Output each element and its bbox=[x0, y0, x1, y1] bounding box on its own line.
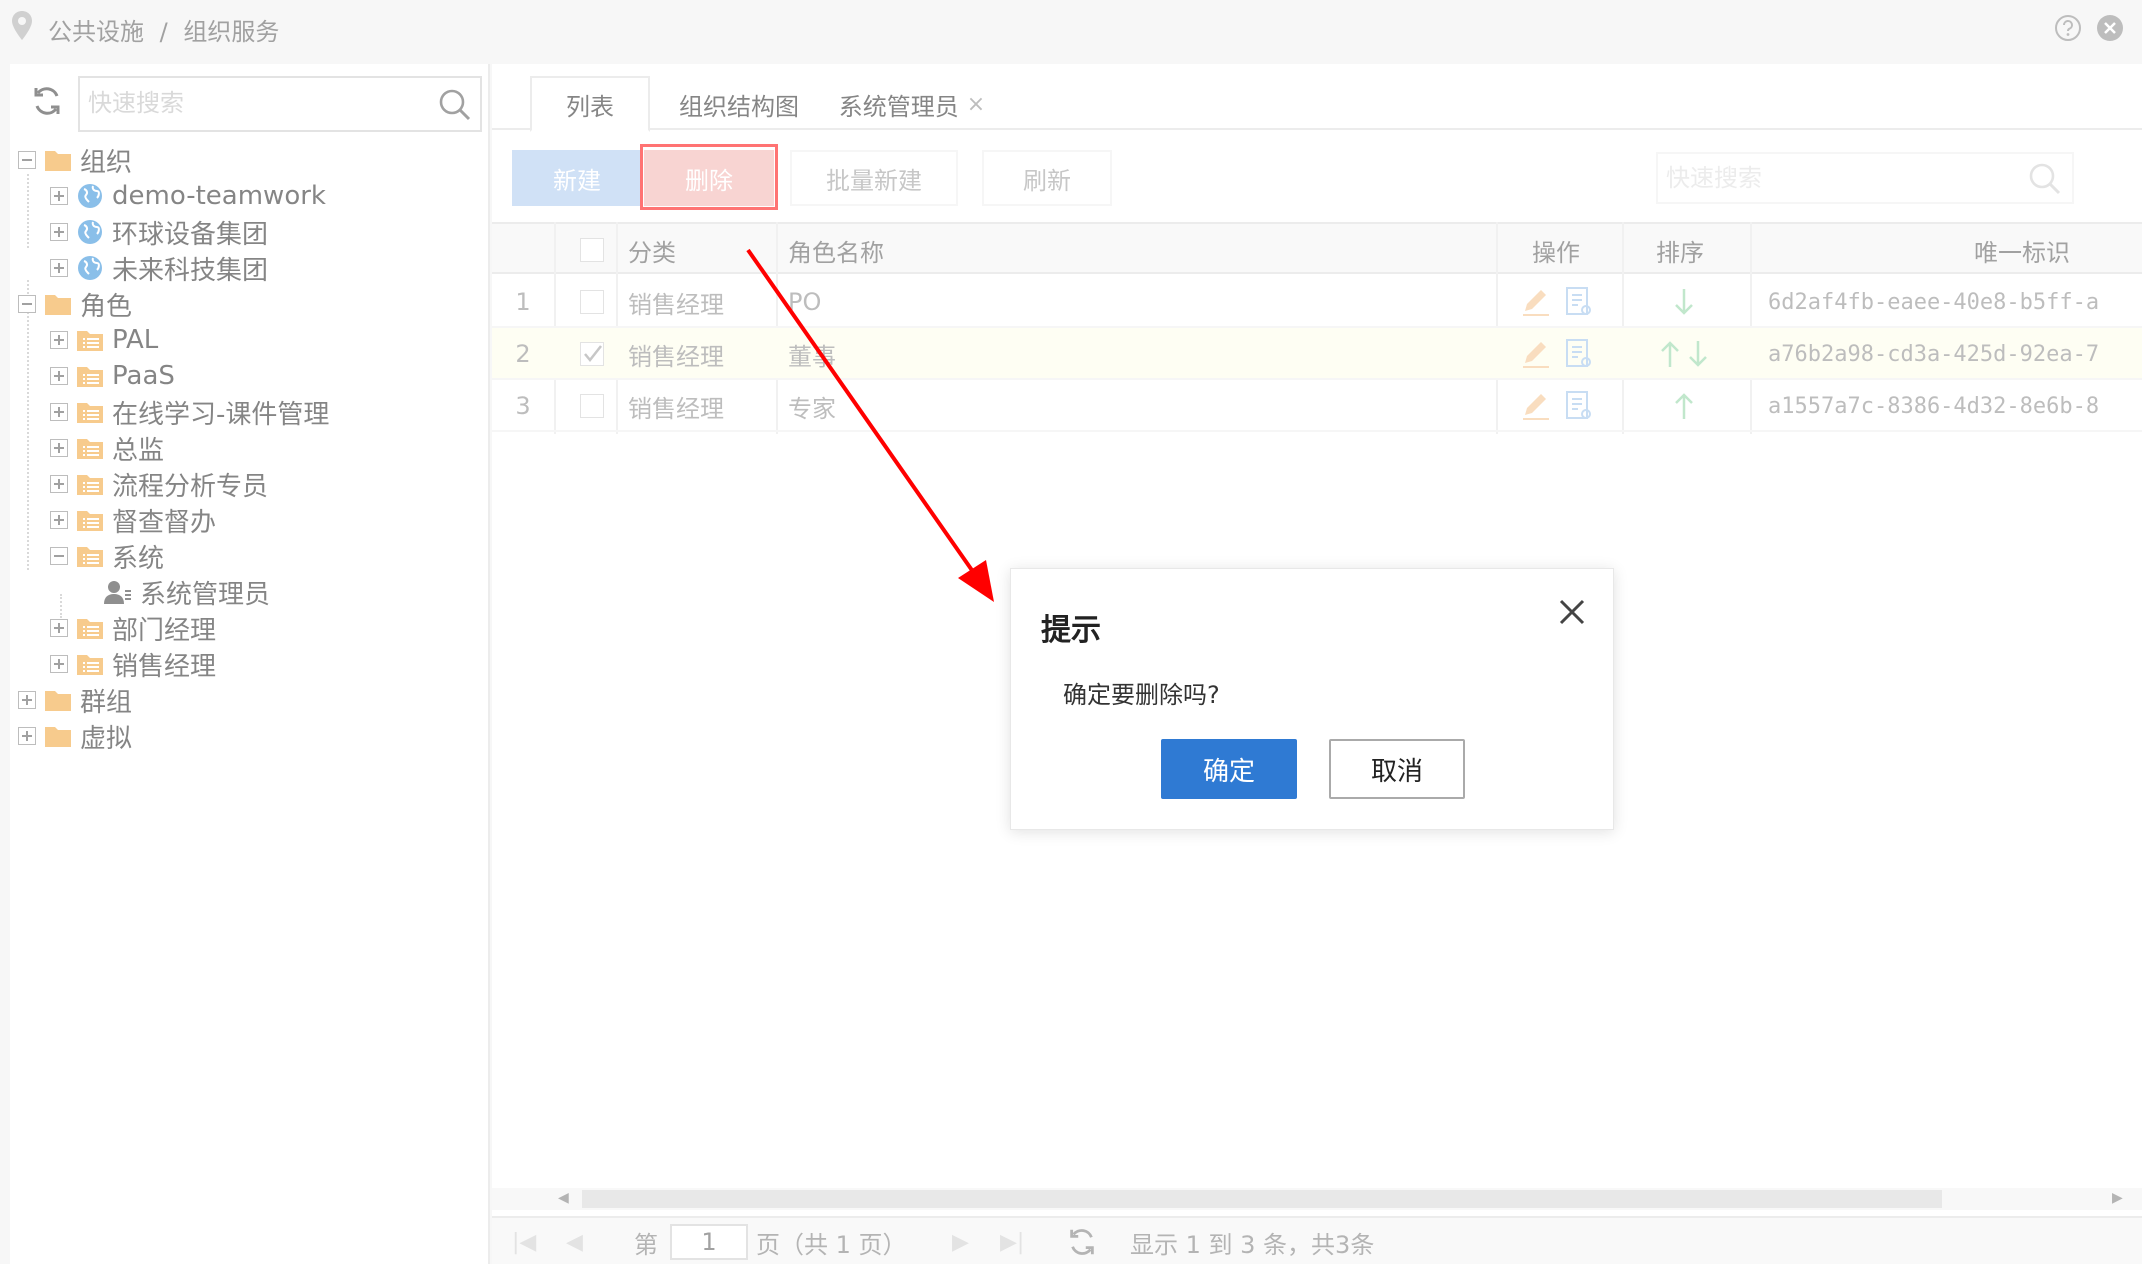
annotation-arrow bbox=[746, 248, 994, 602]
